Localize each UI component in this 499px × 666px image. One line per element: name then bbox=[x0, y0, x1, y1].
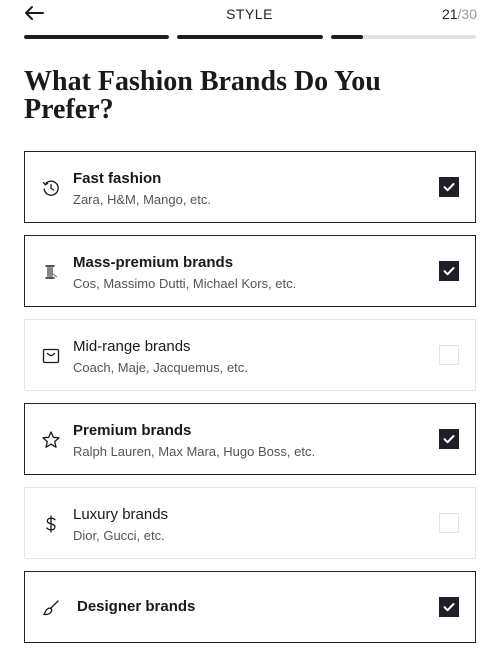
option-label: Luxury brands bbox=[73, 506, 169, 523]
option-examples: Zara, H&M, Mango, etc. bbox=[73, 192, 211, 207]
option-label: Fast fashion bbox=[73, 170, 162, 187]
progress-segment bbox=[177, 35, 323, 39]
step-current: 21 bbox=[441, 6, 458, 22]
option-label: Mass-premium brands bbox=[73, 254, 234, 271]
step-total: /30 bbox=[457, 6, 477, 22]
option-checkbox[interactable] bbox=[439, 261, 459, 281]
progress-segment bbox=[330, 35, 476, 39]
brush-icon bbox=[41, 598, 61, 618]
options-list: Fast fashion Zara, H&M, Mango, etc. Mass… bbox=[24, 151, 476, 655]
option-luxury-brands[interactable]: Luxury brands Dior, Gucci, etc. bbox=[24, 487, 476, 559]
option-examples: Dior, Gucci, etc. bbox=[73, 528, 165, 543]
page-title: What Fashion Brands Do You Prefer? bbox=[24, 66, 381, 125]
option-label: Designer brands bbox=[77, 598, 196, 615]
option-checkbox[interactable] bbox=[439, 513, 459, 533]
top-bar: STYLE 21/30 bbox=[0, 0, 499, 30]
step-counter: 21/30 bbox=[442, 6, 477, 22]
progress-bar bbox=[24, 35, 476, 39]
thread-spool-icon bbox=[41, 262, 61, 282]
progress-fill bbox=[24, 35, 170, 39]
star-icon bbox=[41, 430, 61, 450]
option-fast-fashion[interactable]: Fast fashion Zara, H&M, Mango, etc. bbox=[24, 151, 476, 223]
option-examples: Ralph Lauren, Max Mara, Hugo Boss, etc. bbox=[73, 444, 316, 459]
checkmark-icon bbox=[443, 435, 455, 444]
option-label: Mid-range brands bbox=[73, 338, 191, 355]
progress-segment bbox=[24, 35, 170, 39]
section-title: STYLE bbox=[226, 6, 273, 22]
option-checkbox[interactable] bbox=[439, 177, 459, 197]
dollar-icon bbox=[41, 514, 61, 534]
option-examples: Cos, Massimo Dutti, Michael Kors, etc. bbox=[73, 276, 297, 291]
option-label: Premium brands bbox=[73, 422, 192, 439]
option-checkbox[interactable] bbox=[439, 597, 459, 617]
progress-fill bbox=[330, 35, 363, 39]
checkmark-icon bbox=[443, 603, 455, 612]
progress-fill bbox=[177, 35, 323, 39]
option-mass-premium-brands[interactable]: Mass-premium brands Cos, Massimo Dutti, … bbox=[24, 235, 476, 307]
option-designer-brands[interactable]: Designer brands bbox=[24, 571, 476, 643]
bag-icon bbox=[41, 346, 61, 366]
option-premium-brands[interactable]: Premium brands Ralph Lauren, Max Mara, H… bbox=[24, 403, 476, 475]
option-mid-range-brands[interactable]: Mid-range brands Coach, Maje, Jacquemus,… bbox=[24, 319, 476, 391]
clock-icon bbox=[41, 178, 61, 198]
option-checkbox[interactable] bbox=[439, 345, 459, 365]
option-examples: Coach, Maje, Jacquemus, etc. bbox=[73, 360, 248, 375]
option-checkbox[interactable] bbox=[439, 429, 459, 449]
checkmark-icon bbox=[443, 183, 455, 192]
checkmark-icon bbox=[443, 267, 455, 276]
